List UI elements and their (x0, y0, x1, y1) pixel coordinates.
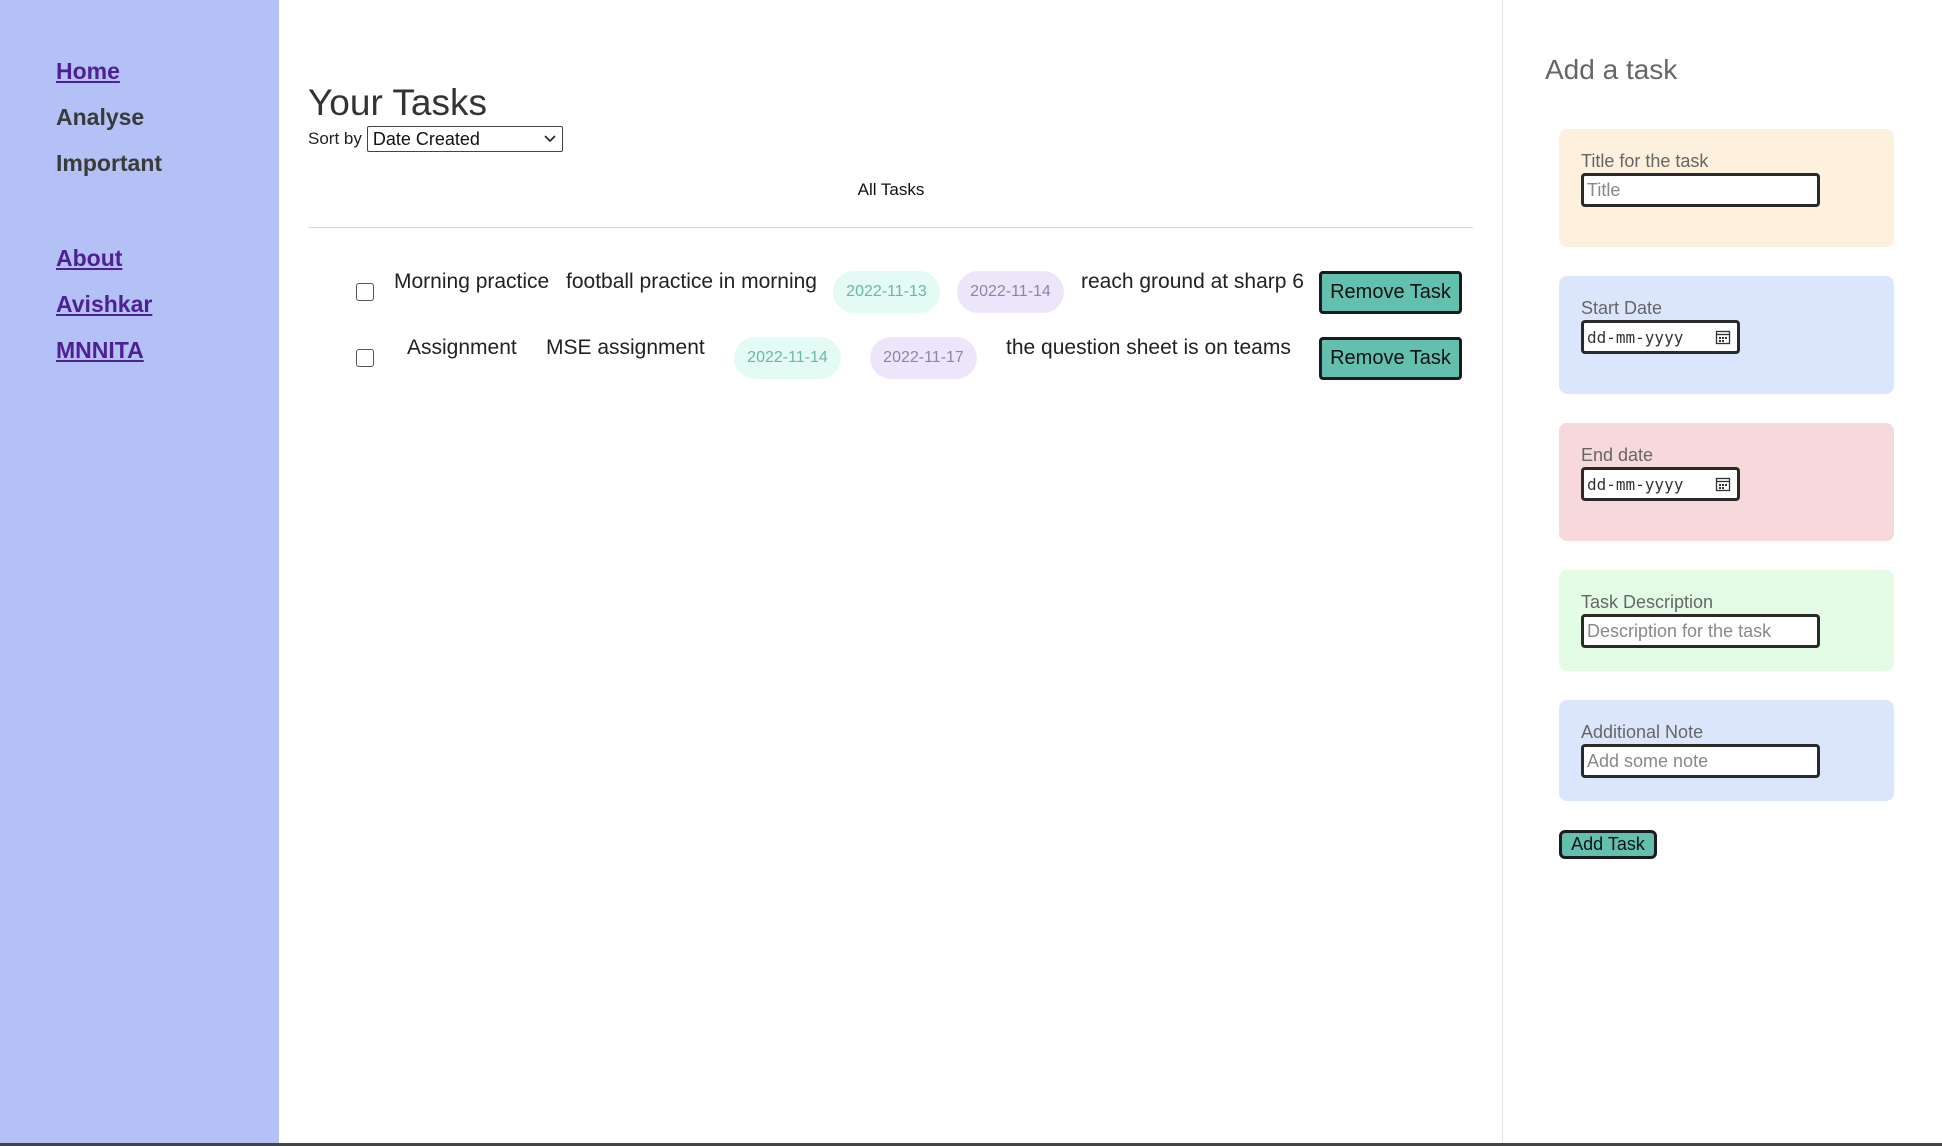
panel-title: Add a task (1545, 54, 1678, 85)
end-date-input[interactable]: dd-mm-yyyy (1581, 467, 1740, 501)
end-date-card: End date dd-mm-yyyy (1559, 423, 1894, 541)
title-field-label: Title for the task (1581, 151, 1709, 171)
task-row: Morning practice football practice in mo… (279, 267, 1502, 317)
description-field-label: Task Description (1581, 592, 1714, 612)
nav-link-home[interactable]: Home (56, 58, 120, 85)
remove-task-button[interactable]: Remove Task (1319, 337, 1462, 380)
note-input[interactable]: Add some note (1581, 744, 1820, 778)
nav-link-avishkar[interactable]: Avishkar (56, 291, 152, 318)
sort-label: Sort by (308, 129, 362, 148)
end-date-placeholder: dd-mm-yyyy (1587, 474, 1684, 494)
calendar-icon[interactable] (1715, 329, 1731, 345)
note-field-label: Additional Note (1581, 722, 1704, 742)
description-input[interactable]: Description for the task (1581, 614, 1820, 648)
end-date-badge: 2022-11-14 (957, 271, 1064, 313)
task-checkbox[interactable] (356, 283, 374, 301)
page-title: Your Tasks (308, 82, 487, 123)
task-description: MSE assignment (546, 336, 705, 359)
start-date-input[interactable]: dd-mm-yyyy (1581, 320, 1740, 354)
sort-row: Sort by Date Created (308, 126, 563, 152)
task-title: Assignment (407, 336, 517, 359)
nav-link-mnnita[interactable]: MNNITA (56, 337, 144, 364)
start-date-card: Start Date dd-mm-yyyy (1559, 276, 1894, 394)
task-description: football practice in morning (566, 270, 817, 293)
chevron-down-icon (544, 135, 556, 143)
task-note: the question sheet is on teams (1006, 336, 1291, 359)
nav-link-analyse[interactable]: Analyse (56, 104, 144, 131)
end-date-label: End date (1581, 445, 1654, 465)
divider (308, 227, 1473, 228)
task-note: reach ground at sharp 6 (1081, 270, 1304, 293)
title-card: Title for the task Title (1559, 129, 1894, 247)
task-checkbox[interactable] (356, 349, 374, 367)
add-task-button[interactable]: Add Task (1559, 830, 1657, 859)
filter-label: All Tasks (857, 180, 925, 199)
end-date-badge: 2022-11-17 (870, 337, 977, 379)
add-task-panel: Add a task Title for the task Title Star… (1503, 0, 1942, 1143)
sidebar: Home Analyse Important About Avishkar MN… (0, 0, 279, 1143)
calendar-icon[interactable] (1715, 476, 1731, 492)
task-title: Morning practice (394, 270, 550, 293)
sort-select-value: Date Created (372, 128, 480, 149)
start-date-placeholder: dd-mm-yyyy (1587, 327, 1684, 347)
title-input[interactable]: Title (1581, 173, 1820, 207)
start-date-badge: 2022-11-14 (734, 337, 841, 379)
task-list-section: Your Tasks Sort by Date Created All Task… (279, 0, 1502, 1143)
nav-link-about[interactable]: About (56, 245, 122, 272)
nav-link-important[interactable]: Important (56, 150, 162, 177)
start-date-label: Start Date (1581, 298, 1663, 318)
start-date-badge: 2022-11-13 (833, 271, 940, 313)
note-card: Additional Note Add some note (1559, 700, 1894, 801)
sort-select[interactable]: Date Created (366, 126, 563, 152)
task-row: Assignment MSE assignment 2022-11-14 202… (279, 333, 1502, 383)
description-card: Task Description Description for the tas… (1559, 570, 1894, 671)
remove-task-button[interactable]: Remove Task (1319, 271, 1462, 314)
